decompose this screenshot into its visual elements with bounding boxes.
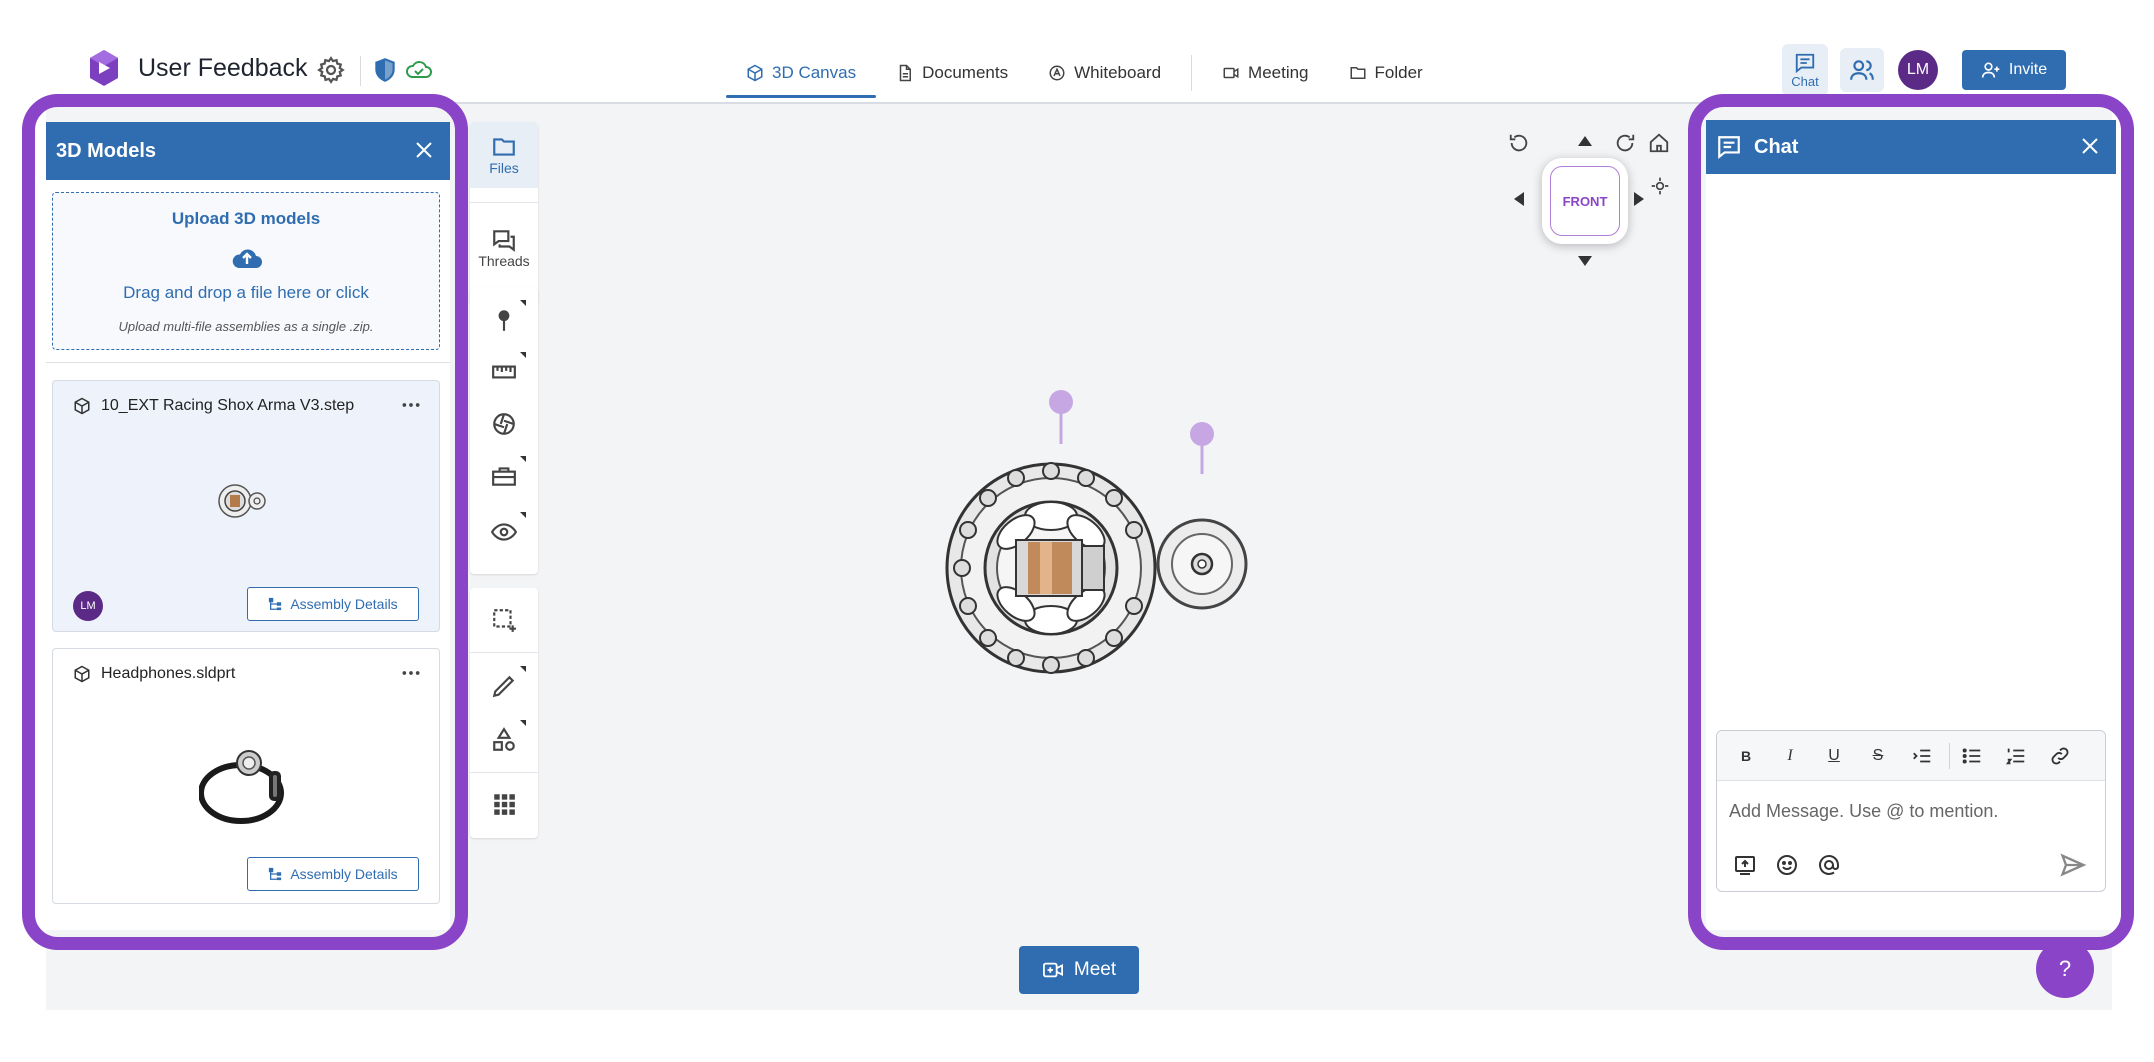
video-icon — [1042, 962, 1063, 978]
tab-label: Meeting — [1248, 63, 1309, 82]
divider — [360, 56, 361, 86]
users-icon — [1850, 60, 1874, 80]
section-tool[interactable] — [470, 404, 538, 444]
select-area-icon — [493, 609, 516, 632]
highlight-frame-right — [1688, 94, 2134, 950]
tab-label: Documents — [922, 63, 1009, 82]
expand-indicator — [520, 300, 526, 306]
rotate-right-icon[interactable] — [1614, 132, 1636, 154]
invite-button[interactable]: Invite — [1962, 50, 2066, 90]
expand-indicator — [520, 456, 526, 462]
shapes-tool[interactable] — [470, 720, 538, 760]
meet-button[interactable]: Meet — [1019, 946, 1139, 994]
threads-button[interactable]: Threads — [470, 208, 538, 288]
arrow-down-icon[interactable] — [1576, 254, 1594, 268]
rotate-left-icon[interactable] — [1508, 132, 1530, 154]
tab-folder[interactable]: Folder — [1329, 42, 1443, 104]
video-icon — [1223, 67, 1239, 79]
add-user-icon — [1981, 62, 2000, 78]
tab-label: Whiteboard — [1074, 63, 1162, 82]
arrow-up-icon[interactable] — [1576, 134, 1594, 148]
document-title: User Feedback — [138, 54, 308, 82]
grid-icon — [494, 794, 515, 815]
tab-3d-canvas[interactable]: 3D Canvas — [726, 42, 877, 104]
invite-label: Invite — [2008, 61, 2048, 78]
whiteboard-icon — [1049, 65, 1065, 81]
threads-icon — [493, 230, 515, 252]
threads-label: Threads — [478, 253, 530, 269]
user-avatar[interactable]: LM — [1898, 50, 1938, 90]
tab-label: Folder — [1374, 63, 1423, 82]
tool-group-draw — [470, 588, 538, 838]
shapes-icon — [493, 727, 515, 751]
tool-group-annotate — [470, 288, 538, 574]
divider — [470, 202, 538, 203]
pin-icon — [498, 310, 510, 331]
chat-toggle-button[interactable]: Chat — [1782, 44, 1828, 96]
shield-icon[interactable] — [372, 56, 398, 84]
home-icon[interactable] — [1648, 132, 1670, 154]
document-icon — [899, 64, 912, 82]
measure-tool[interactable] — [470, 352, 538, 392]
view-tabs: 3D Canvas Documents Whiteboard Meeting F… — [726, 42, 1443, 104]
expand-indicator — [520, 720, 526, 726]
toolbox-tool[interactable] — [470, 456, 538, 496]
folder-icon — [1350, 67, 1366, 79]
ruler-icon — [492, 365, 516, 379]
cloud-check-icon[interactable] — [404, 56, 434, 84]
arrow-right-icon[interactable] — [1632, 190, 1646, 208]
pencil-tool[interactable] — [470, 666, 538, 706]
toolbox-icon — [492, 467, 516, 486]
divider — [470, 652, 538, 653]
pencil-icon — [492, 675, 515, 698]
view-cube-face[interactable]: FRONT — [1550, 166, 1620, 236]
view-cube[interactable]: FRONT — [1542, 158, 1628, 244]
files-button[interactable]: Files — [470, 122, 538, 188]
eye-icon — [491, 523, 517, 541]
arrow-left-icon[interactable] — [1512, 190, 1526, 208]
gear-icon[interactable] — [316, 55, 346, 85]
meet-label: Meet — [1073, 959, 1117, 980]
files-label: Files — [489, 160, 519, 176]
apps-tool[interactable] — [470, 784, 538, 824]
chat-icon — [1795, 53, 1815, 73]
move-icon[interactable] — [1650, 176, 1670, 196]
pin-tool[interactable] — [470, 300, 538, 340]
tab-label: 3D Canvas — [772, 63, 857, 82]
tool-group-panels: Files Threads — [470, 122, 538, 306]
tab-divider — [1191, 55, 1193, 91]
expand-indicator — [520, 352, 526, 358]
divider — [470, 772, 538, 773]
app-logo-icon — [90, 50, 118, 86]
3d-model-view[interactable] — [886, 382, 1266, 682]
select-area-tool[interactable] — [470, 600, 538, 640]
cube-icon — [747, 64, 763, 82]
folder-icon — [493, 138, 515, 156]
highlight-frame-left — [22, 94, 468, 950]
participants-button[interactable] — [1840, 48, 1884, 92]
chat-toggle-label: Chat — [1791, 73, 1819, 89]
visibility-tool[interactable] — [470, 512, 538, 552]
expand-indicator — [520, 512, 526, 518]
tab-documents[interactable]: Documents — [876, 42, 1028, 104]
tab-whiteboard[interactable]: Whiteboard — [1028, 42, 1181, 104]
tab-meeting[interactable]: Meeting — [1202, 42, 1328, 104]
aperture-icon — [493, 413, 515, 435]
expand-indicator — [520, 666, 526, 672]
